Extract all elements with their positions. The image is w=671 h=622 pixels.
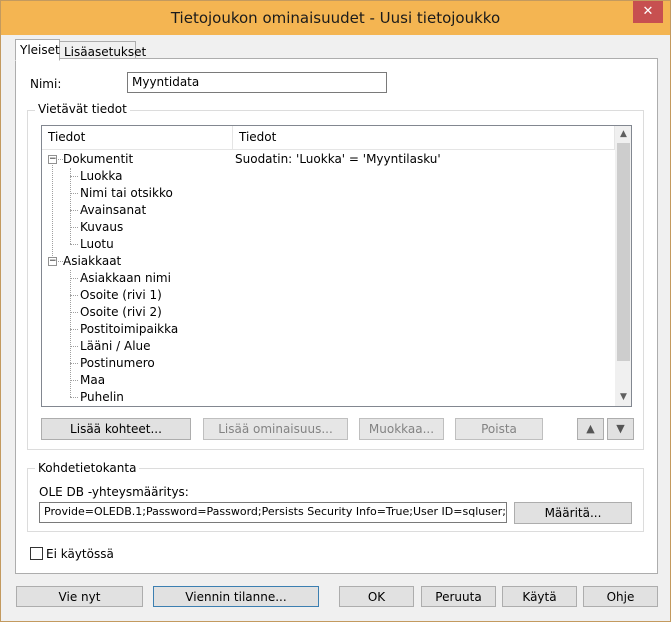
tree-connector [70,227,78,228]
tree-node-category[interactable]: Luokka [80,168,122,185]
tree-connector [70,270,71,397]
tab-advanced-label: Lisäasetukset [64,45,147,59]
expander-customers[interactable]: − [48,257,57,266]
move-up-icon[interactable]: ▲ [577,418,604,440]
tree-connector [70,295,78,296]
tree-connector [70,397,78,398]
disabled-checkbox[interactable] [30,547,43,560]
tree-connector [70,346,78,347]
tree-node-city[interactable]: Postitoimipaikka [80,321,178,338]
tree-node-phone[interactable]: Puhelin [80,389,124,406]
define-button[interactable]: Määritä... [514,502,632,524]
window-title: Tietojoukon ominaisuudet - Uusi tietojou… [170,9,501,27]
apply-button[interactable]: Käytä [502,586,577,607]
tree-node-address-1[interactable]: Osoite (rivi 1) [80,287,162,304]
tree-node-country[interactable]: Maa [80,372,105,389]
fields-tree[interactable]: Tiedot Tiedot − Dokumentit Suodatin: 'Lu… [41,125,632,407]
tree-node-address-2[interactable]: Osoite (rivi 2) [80,304,162,321]
tree-connector [52,160,53,262]
add-items-button[interactable]: Lisää kohteet... [41,418,191,440]
tab-general[interactable]: Yleiset [15,39,60,61]
tab-general-label: Yleiset [20,43,60,57]
scroll-down-icon[interactable]: ▼ [615,389,631,406]
tree-node-description[interactable]: Kuvaus [80,219,123,236]
help-button[interactable]: Ohje [583,586,658,607]
edit-button[interactable]: Muokkaa... [359,418,444,440]
cancel-button[interactable]: Peruuta [421,586,496,607]
scroll-up-icon[interactable]: ▲ [615,126,631,143]
exported-data-title: Vietävät tiedot [35,102,130,116]
tree-connector [70,363,78,364]
disabled-label: Ei käytössä [46,547,114,561]
scrollbar-thumb[interactable] [617,143,630,361]
tree-node-region[interactable]: Lääni / Alue [80,338,151,355]
expander-documents[interactable]: − [48,155,57,164]
move-down-icon[interactable]: ▼ [607,418,634,440]
dialog-window: Tietojoukon ominaisuudet - Uusi tietojou… [0,0,671,622]
export-now-button[interactable]: Vie nyt [16,586,143,607]
tree-node-documents-detail: Suodatin: 'Luokka' = 'Myyntilasku' [235,152,441,166]
connection-string-field[interactable]: Provide=OLEDB.1;Password=Password;Persis… [39,502,507,523]
tree-connector [70,168,71,244]
column-header-name[interactable]: Tiedot [42,126,233,150]
remove-button[interactable]: Poista [455,418,543,440]
export-status-button[interactable]: Viennin tilanne... [153,586,319,607]
tree-node-documents[interactable]: Dokumentit [63,151,133,168]
tree-connector [70,176,78,177]
column-header-detail[interactable]: Tiedot [233,126,615,150]
tree-node-keywords[interactable]: Avainsanat [80,202,146,219]
tree-node-created[interactable]: Luotu [80,236,114,253]
name-label: Nimi: [30,77,62,91]
connection-label: OLE DB -yhteysmääritys: [39,485,189,499]
tree-connector [70,210,78,211]
tree-connector [70,193,78,194]
tree-node-postal-code[interactable]: Postinumero [80,355,155,372]
tree-node-customers[interactable]: Asiakkaat [63,253,121,270]
tree-connector [70,329,78,330]
tree-connector [70,244,78,245]
tree-connector [70,278,78,279]
tree-connector [70,312,78,313]
tree-connector [70,380,78,381]
target-db-title: Kohdetietokanta [35,461,140,475]
ok-button[interactable]: OK [339,586,414,607]
title-bar[interactable]: Tietojoukon ominaisuudet - Uusi tietojou… [1,1,670,35]
add-property-button[interactable]: Lisää ominaisuus... [203,418,348,440]
name-field[interactable]: Myyntidata [127,72,387,93]
close-button[interactable]: ✕ [633,1,663,23]
tree-node-customer-name[interactable]: Asiakkaan nimi [80,270,171,287]
tree-node-title[interactable]: Nimi tai otsikko [80,185,173,202]
